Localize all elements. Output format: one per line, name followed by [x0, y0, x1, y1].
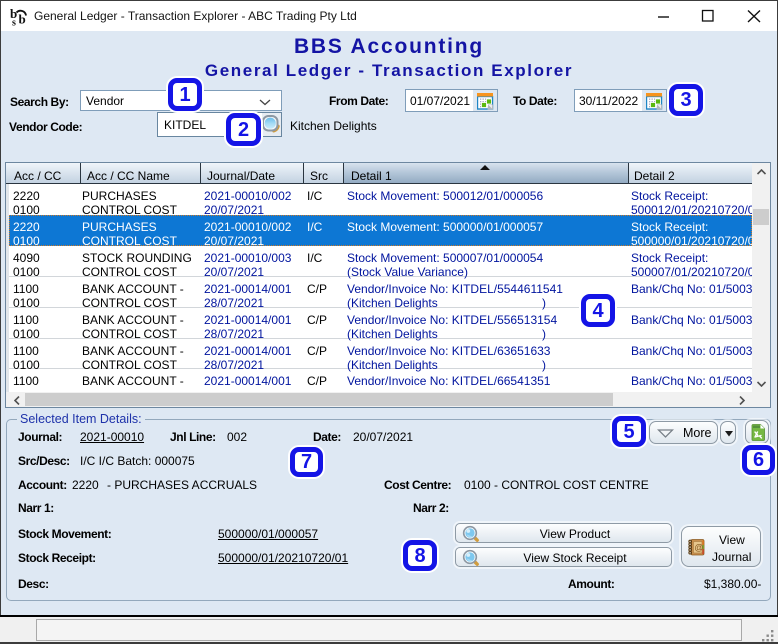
svg-text:b: b: [19, 12, 26, 27]
svg-text:@: @: [695, 543, 704, 553]
svg-text:s: s: [12, 18, 16, 27]
